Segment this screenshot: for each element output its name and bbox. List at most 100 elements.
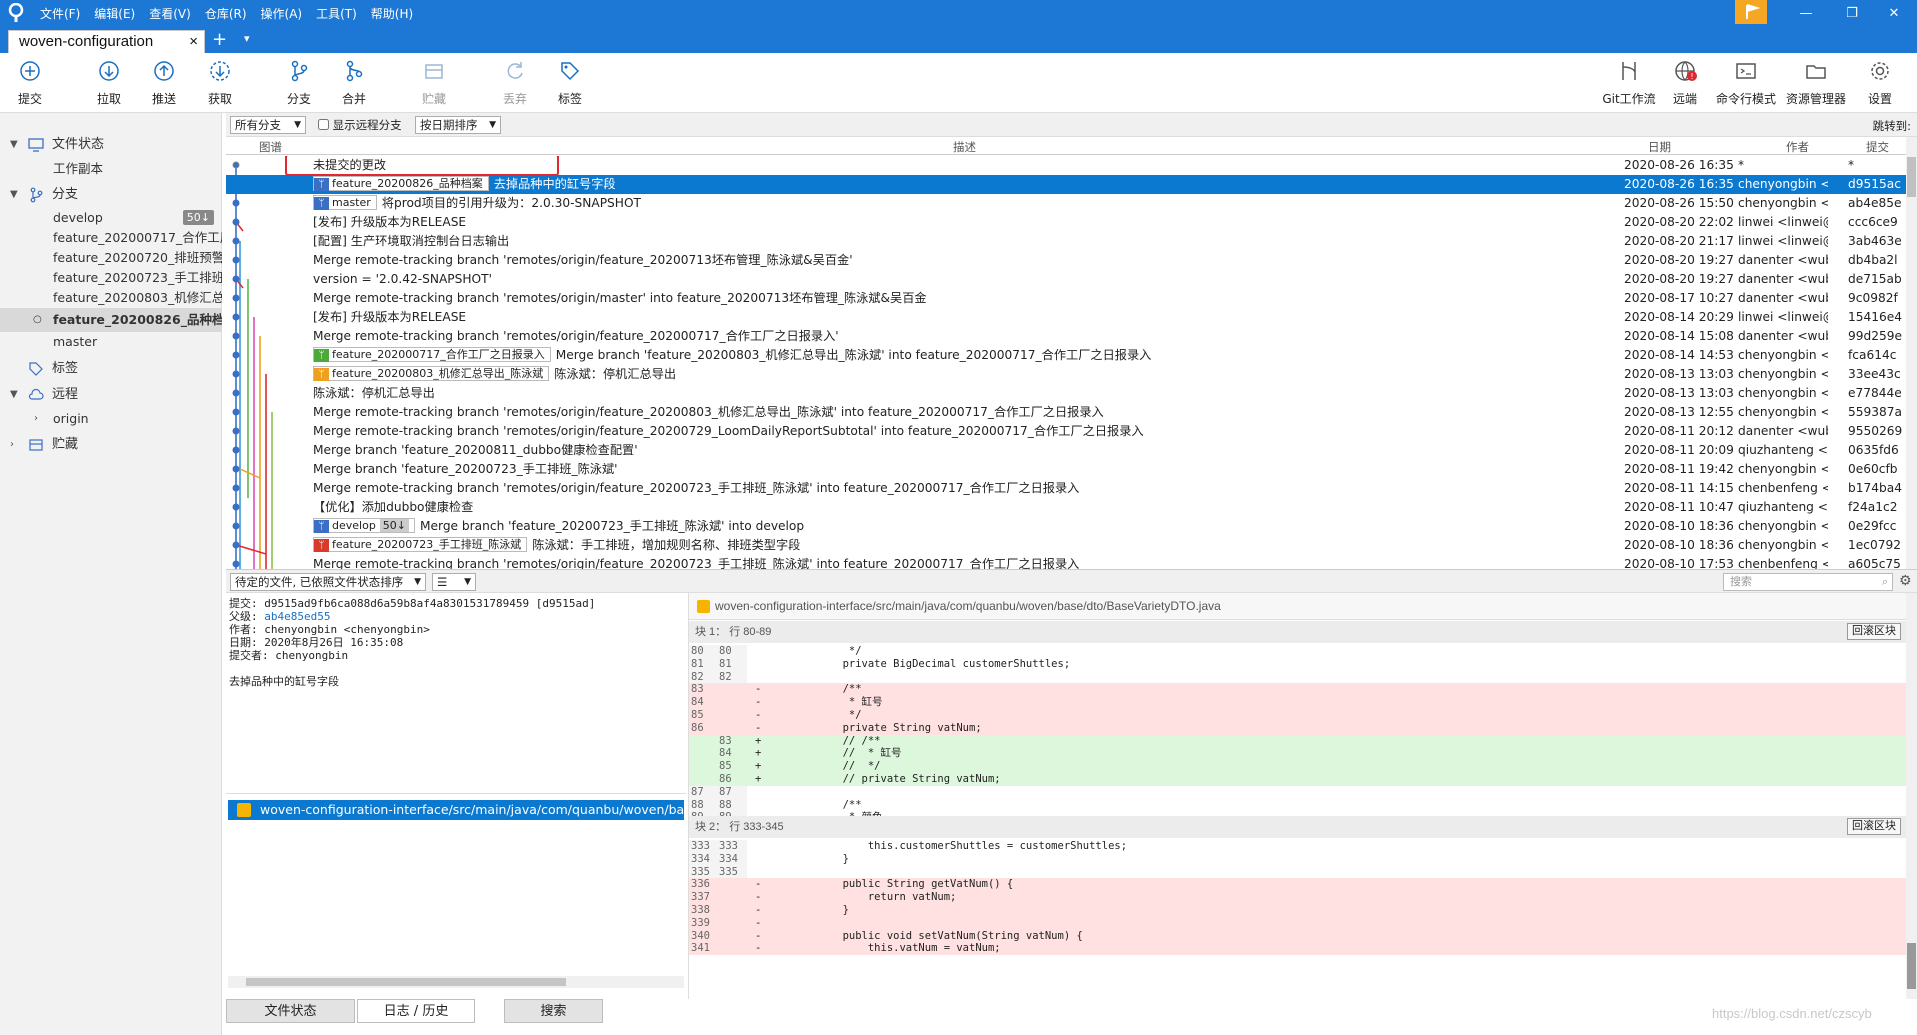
commit-list-scrollbar[interactable] xyxy=(1906,137,1917,569)
scrollbar-thumb[interactable] xyxy=(246,978,566,986)
branch-tag[interactable]: ᛘ develop 50↓ xyxy=(313,518,416,533)
commit-row[interactable]: 【优化】添加dubbo健康检查 2020-08-11 10:47 qiuzhante… xyxy=(226,498,1906,517)
commit-button[interactable]: 提交 xyxy=(3,59,57,107)
close-tab-icon[interactable]: × xyxy=(189,31,198,53)
remote-button[interactable]: ! 远端 xyxy=(1658,59,1712,107)
scrollbar-thumb[interactable] xyxy=(1907,943,1916,989)
revert-hunk-button[interactable]: 回滚区块 xyxy=(1847,623,1901,640)
scrollbar-thumb[interactable] xyxy=(1907,157,1916,197)
minimize-button[interactable]: — xyxy=(1783,0,1829,27)
tab-search[interactable]: 搜索 xyxy=(504,999,603,1023)
show-remote-checkbox-input[interactable] xyxy=(318,119,329,130)
menu-repository[interactable]: 仓库(R) xyxy=(205,5,247,22)
changed-file-item[interactable]: woven-configuration-interface/src/main/j… xyxy=(228,800,684,820)
repo-tab[interactable]: woven-configuration × xyxy=(8,30,205,53)
view-mode-select[interactable]: ☰ ▼ xyxy=(432,573,476,591)
sidebar-file-status[interactable]: ▼ 文件状态 xyxy=(0,133,222,157)
branch-tag[interactable]: ᛘ feature_20200826_品种档案 xyxy=(313,176,489,191)
menu-edit[interactable]: 编辑(E) xyxy=(94,5,135,22)
menu-actions[interactable]: 操作(A) xyxy=(261,5,303,22)
explorer-button[interactable]: 资源管理器 xyxy=(1784,59,1848,107)
sidebar-branch-master[interactable]: master xyxy=(0,330,222,354)
chevron-down-icon[interactable]: ▼ xyxy=(10,183,18,207)
tab-file-status[interactable]: 文件状态 xyxy=(226,999,355,1023)
merge-button[interactable]: 合并 xyxy=(327,59,381,107)
diff-scrollbar[interactable] xyxy=(1906,593,1917,999)
commit-row[interactable]: Merge remote-tracking branch 'remotes/or… xyxy=(226,479,1906,498)
commit-row[interactable]: ᛘ develop 50↓ Merge branch 'feature_2020072… xyxy=(226,517,1906,536)
notification-flag-button[interactable] xyxy=(1735,0,1767,24)
sidebar-remote-origin[interactable]: › origin xyxy=(0,407,222,431)
commit-row[interactable]: Merge remote-tracking branch 'remotes/or… xyxy=(226,327,1906,346)
chevron-right-icon[interactable]: › xyxy=(10,433,14,457)
file-list-hscrollbar[interactable] xyxy=(228,976,684,988)
gitflow-button[interactable]: Git工作流 xyxy=(1598,59,1660,107)
commit-row[interactable]: ᛘ feature_202000717_合作工厂之日报录入 Merge branch… xyxy=(226,346,1906,365)
close-window-button[interactable]: ✕ xyxy=(1871,0,1917,27)
branch-tag[interactable]: ᛘ master xyxy=(313,195,377,210)
commit-row[interactable]: Merge remote-tracking branch 'remotes/or… xyxy=(226,555,1906,569)
commit-row[interactable]: ᛘ master 将prod项目的引用升级为：2.0.30-SNAPSHOT 2020… xyxy=(226,194,1906,213)
commit-row[interactable]: ᛘ feature_20200826_品种档案 去掉品种中的缸号字段 2020-08-… xyxy=(226,175,1906,194)
maximize-button[interactable]: ❐ xyxy=(1829,0,1875,27)
commit-row[interactable]: [发布] 升级版本为RELEASE 2020-08-14 20:29 linwei … xyxy=(226,308,1906,327)
sort-select[interactable]: 按日期排序 ▼ xyxy=(415,116,501,134)
commit-row[interactable]: Merge remote-tracking branch 'remotes/or… xyxy=(226,251,1906,270)
sidebar-branch-feature-20200803[interactable]: feature_20200803_机修汇总导 xyxy=(0,286,222,310)
branch-tag[interactable]: ᛘ feature_202000717_合作工厂之日报录入 xyxy=(313,347,551,362)
file-sort-select[interactable]: 待定的文件, 已依照文件状态排序 ▼ xyxy=(230,573,426,591)
menu-file[interactable]: 文件(F) xyxy=(40,5,80,22)
sidebar-branch-feature-20200826[interactable]: ○ feature_20200826_品种档案 xyxy=(0,308,222,332)
chevron-down-icon[interactable]: ▼ xyxy=(10,383,18,407)
menu-view[interactable]: 查看(V) xyxy=(149,5,191,22)
fetch-button[interactable]: 获取 xyxy=(193,59,247,107)
push-button[interactable]: 推送 xyxy=(137,59,191,107)
detail-parent-link[interactable]: ab4e85ed55 xyxy=(264,610,330,623)
commit-row[interactable]: Merge branch 'feature_20200723_手工排班_陈泳斌'… xyxy=(226,460,1906,479)
commit-row[interactable]: Merge remote-tracking branch 'remotes/or… xyxy=(226,403,1906,422)
chevron-down-icon[interactable]: ▼ xyxy=(10,133,18,157)
tab-log-history[interactable]: 日志 / 历史 xyxy=(357,999,475,1023)
settings-button[interactable]: 设置 xyxy=(1853,59,1907,107)
commit-row[interactable]: ᛘ feature_20200803_机修汇总导出_陈泳斌 陈泳斌：停机汇总导出 20… xyxy=(226,365,1906,384)
menu-help[interactable]: 帮助(H) xyxy=(371,5,413,22)
column-description[interactable]: 描述 xyxy=(953,139,976,155)
gear-icon[interactable]: ⚙ xyxy=(1899,573,1912,589)
commit-row[interactable]: [配置] 生产环境取消控制台日志输出 2020-08-20 21:17 linwei… xyxy=(226,232,1906,251)
commit-row[interactable]: Merge remote-tracking branch 'remotes/or… xyxy=(226,422,1906,441)
commit-row[interactable]: Merge branch 'feature_20200811_dubbo健康检查… xyxy=(226,441,1906,460)
commit-row[interactable]: Merge remote-tracking branch 'remotes/or… xyxy=(226,289,1906,308)
branch-tag[interactable]: ᛘ feature_20200803_机修汇总导出_陈泳斌 xyxy=(313,366,550,381)
stash-button[interactable]: 贮藏 xyxy=(407,59,461,107)
menu-tools[interactable]: 工具(T) xyxy=(316,5,357,22)
column-date[interactable]: 日期 xyxy=(1648,139,1671,155)
column-graph[interactable]: 图谱 xyxy=(259,139,282,155)
commit-author: chenyongbin <ch xyxy=(1738,405,1828,419)
commit-row[interactable]: ᛘ feature_20200723_手工排班_陈泳斌 陈泳斌：手工排班，增加规则名… xyxy=(226,536,1906,555)
commit-date: 2020-08-20 21:17 xyxy=(1624,234,1734,248)
jump-to-label[interactable]: 跳转到: xyxy=(1873,118,1911,134)
sidebar-working-copy[interactable]: 工作副本 xyxy=(0,157,222,181)
sidebar-remotes[interactable]: ▼ 远程 xyxy=(0,383,222,407)
branch-button[interactable]: 分支 xyxy=(272,59,326,107)
discard-button[interactable]: 丢弃 xyxy=(488,59,542,107)
tag-button[interactable]: 标签 xyxy=(543,59,597,107)
sidebar-stashes[interactable]: › 贮藏 xyxy=(0,433,222,457)
revert-hunk-button[interactable]: 回滚区块 xyxy=(1847,818,1901,835)
commit-row[interactable]: [发布] 升级版本为RELEASE 2020-08-20 22:02 linwei … xyxy=(226,213,1906,232)
column-commit[interactable]: 提交 xyxy=(1866,139,1889,155)
tab-menu-chevron-icon[interactable]: ▾ xyxy=(244,32,250,45)
sidebar-branches[interactable]: ▼ 分支 xyxy=(0,183,222,207)
new-tab-button[interactable]: + xyxy=(212,29,227,50)
pull-button[interactable]: 拉取 xyxy=(82,59,136,107)
search-input[interactable]: 搜索 ⌕ xyxy=(1723,573,1893,591)
commit-row[interactable]: 陈泳斌：停机汇总导出 2020-08-13 13:03 chenyongbin <c… xyxy=(226,384,1906,403)
commit-row[interactable]: version = '2.0.42-SNAPSHOT' 2020-08-20 19… xyxy=(226,270,1906,289)
terminal-button[interactable]: 命令行模式 xyxy=(1712,59,1780,107)
column-author[interactable]: 作者 xyxy=(1786,139,1809,155)
chevron-right-icon[interactable]: › xyxy=(34,407,38,431)
show-remote-checkbox[interactable]: 显示远程分支 xyxy=(318,117,402,133)
branch-tag[interactable]: ᛘ feature_20200723_手工排班_陈泳斌 xyxy=(313,537,528,552)
branch-filter-select[interactable]: 所有分支 ▼ xyxy=(230,116,306,134)
sidebar-tags[interactable]: 标签 xyxy=(0,357,222,381)
